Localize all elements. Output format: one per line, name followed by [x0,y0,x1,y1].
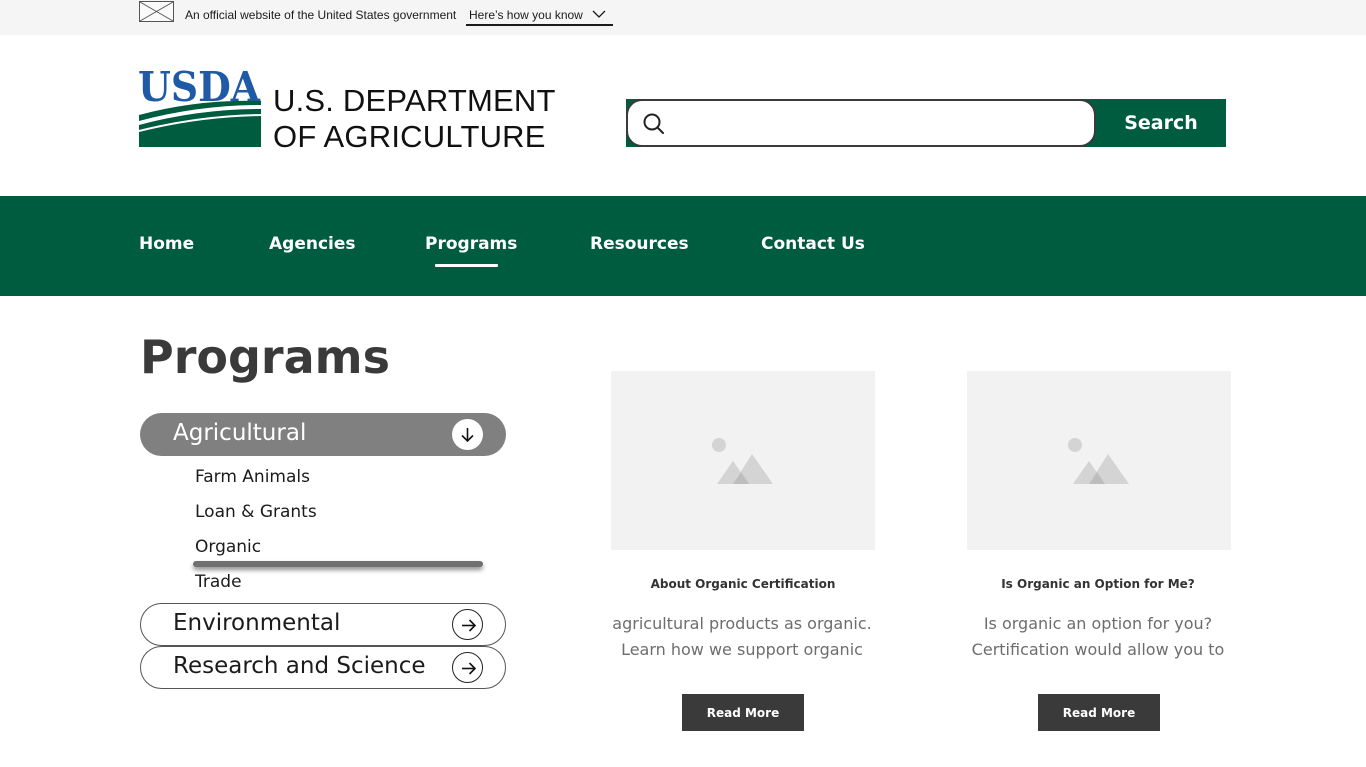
gov-banner-text: An official website of the United States… [185,8,457,22]
card-title[interactable]: Is Organic an Option for Me? [966,577,1230,591]
chevron-down-icon [592,10,606,18]
accordion-research-and-science[interactable]: Research and Science [140,646,506,689]
arrow-down-icon [452,419,483,450]
search-input[interactable] [680,107,1080,139]
sub-item-loan-grants[interactable]: Loan & Grants [195,502,317,522]
nav-active-indicator [435,264,498,267]
sub-item-selected-indicator [193,561,483,567]
accordion-environmental[interactable]: Environmental [140,603,506,646]
us-flag-icon [139,1,174,22]
main-nav: Home Agencies Programs Resources Contact… [0,196,1366,296]
card-image-placeholder [611,371,875,550]
accordion-environmental-label: Environmental [173,610,341,636]
page-title: Programs [140,330,390,384]
agency-name-line1: U.S. DEPARTMENT [273,83,556,118]
nav-item-home[interactable]: Home [139,234,194,254]
accordion-agricultural-label: Agricultural [173,420,307,446]
search-button[interactable]: Search [1096,99,1226,147]
image-placeholder-icon [712,438,773,484]
sub-item-organic[interactable]: Organic [195,537,261,557]
nav-item-agencies[interactable]: Agencies [269,234,356,254]
search-box[interactable] [626,99,1096,147]
gov-banner: An official website of the United States… [0,0,1366,35]
agency-name-line2: OF AGRICULTURE [273,119,546,154]
usda-logo[interactable]: USDA [138,63,261,147]
arrow-right-icon [452,609,483,640]
sub-item-farm-animals[interactable]: Farm Animals [195,467,310,487]
heres-how-you-know-link[interactable]: Here’s how you know [466,6,613,26]
arrow-right-icon [452,652,483,683]
card-title[interactable]: About Organic Certification [611,577,875,591]
nav-item-resources[interactable]: Resources [590,234,689,254]
accordion-research-and-science-label: Research and Science [173,653,426,679]
card-body-line: agricultural products as organic. [612,614,872,633]
nav-item-contact-us[interactable]: Contact Us [761,234,865,254]
card-body: Is organic an option for you? Certificat… [948,611,1248,663]
accordion-agricultural[interactable]: Agricultural [140,413,506,456]
image-placeholder-icon [1068,438,1129,484]
sub-item-trade[interactable]: Trade [195,572,242,592]
read-more-button[interactable]: Read More [682,694,804,731]
nav-item-programs[interactable]: Programs [425,234,517,254]
card-body: agricultural products as organic. Learn … [592,611,892,663]
read-more-button[interactable]: Read More [1038,694,1160,731]
heres-how-you-know-label: Here’s how you know [469,8,583,22]
search-icon [643,113,664,134]
agency-name[interactable]: U.S. DEPARTMENT OF AGRICULTURE [273,83,556,155]
card-body-line: Learn how we support organic [621,640,863,659]
card-body-line: Certification would allow you to [971,640,1225,659]
search-bar: Search [626,99,1226,147]
card-image-placeholder [967,371,1231,550]
card-body-line: Is organic an option for you? [983,614,1213,633]
